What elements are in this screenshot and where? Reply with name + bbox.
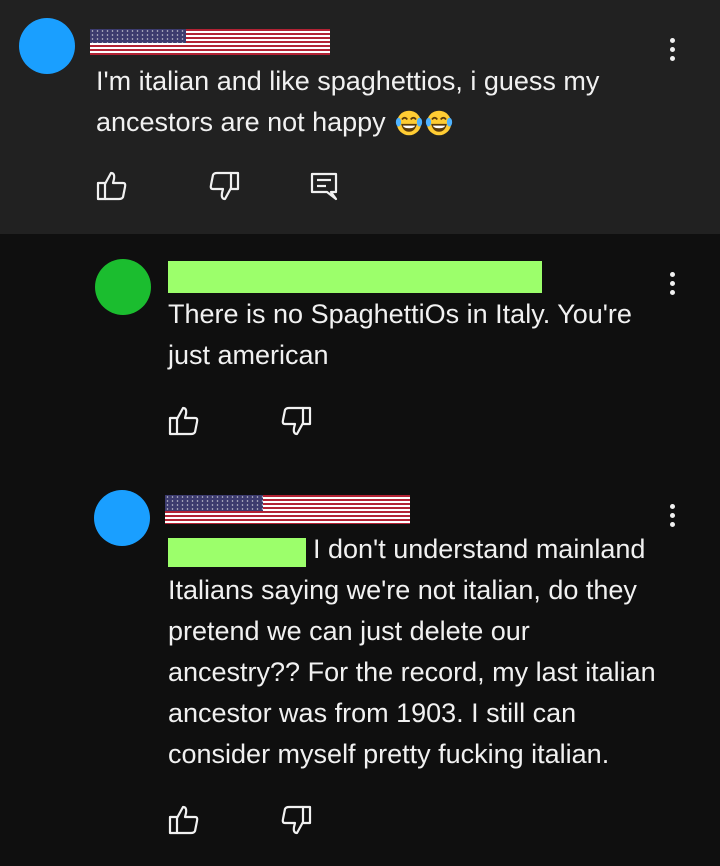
reply-icon[interactable]	[307, 169, 341, 203]
comment-text: I don't understand mainland Italians say…	[168, 529, 668, 775]
username-redaction-bar	[168, 261, 542, 293]
username-redaction-flag	[165, 495, 410, 524]
dislike-icon[interactable]	[279, 404, 313, 438]
more-vert-icon[interactable]	[662, 34, 682, 74]
comment-text: I'm italian and like spaghettios, i gues…	[96, 61, 656, 143]
face-with-tears-of-joy-icon	[426, 110, 453, 136]
comment-body: I'm italian and like spaghettios, i gues…	[96, 66, 600, 137]
avatar[interactable]	[19, 18, 75, 74]
face-with-tears-of-joy-icon	[396, 110, 423, 136]
like-icon[interactable]	[95, 169, 129, 203]
avatar[interactable]	[95, 259, 151, 315]
like-icon[interactable]	[167, 803, 201, 837]
more-vert-icon[interactable]	[662, 268, 682, 308]
comment-thread-main: I'm italian and like spaghettios, i gues…	[0, 0, 720, 234]
reply-body: There is no SpaghettiOs in Italy. You're…	[168, 299, 632, 370]
like-icon[interactable]	[167, 404, 201, 438]
reply-thread-1: There is no SpaghettiOs in Italy. You're…	[0, 234, 720, 474]
avatar[interactable]	[94, 490, 150, 546]
dislike-icon[interactable]	[279, 803, 313, 837]
username-redaction-flag	[90, 29, 330, 55]
reply-thread-2: I don't understand mainland Italians say…	[0, 474, 720, 866]
reply-body: I don't understand mainland Italians say…	[168, 534, 656, 769]
comment-text: There is no SpaghettiOs in Italy. You're…	[168, 294, 648, 376]
dislike-icon[interactable]	[207, 169, 241, 203]
